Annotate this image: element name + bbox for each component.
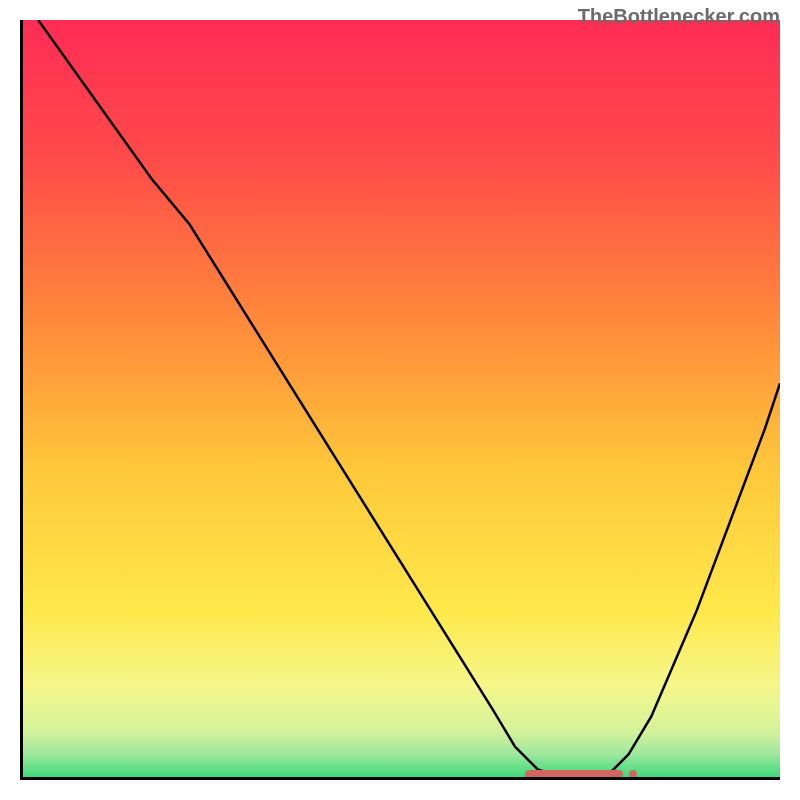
chart-axes	[20, 20, 780, 780]
optimal-range-marker	[525, 770, 624, 777]
bottleneck-curve	[23, 20, 780, 777]
plot-area	[23, 20, 780, 777]
watermark-text: TheBottlenecker.com	[578, 6, 780, 29]
optimal-point-marker	[629, 770, 637, 777]
